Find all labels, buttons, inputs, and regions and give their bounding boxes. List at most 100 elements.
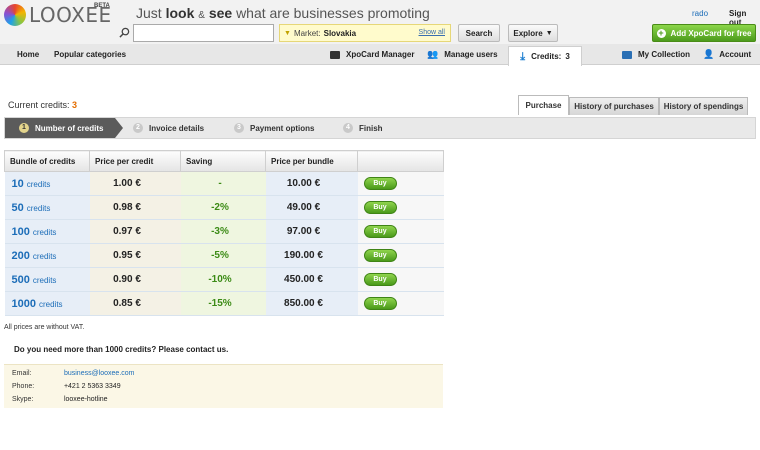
- beta-badge: BETA: [94, 3, 110, 9]
- bundle-cell: 500 credits: [4, 267, 90, 292]
- user-link[interactable]: rado: [692, 9, 708, 18]
- nav-manage-users[interactable]: 👥 Manage users: [427, 44, 498, 65]
- step-label: Invoice details: [149, 123, 205, 133]
- contact-skype-label: Skype:: [12, 396, 34, 403]
- folder-icon: [330, 50, 340, 59]
- price-per-credit-cell: 0.95 €: [89, 243, 181, 268]
- saving-cell: -5%: [180, 243, 266, 268]
- credits-amount: 500: [11, 273, 30, 286]
- price-per-credit-cell: 0.97 €: [89, 219, 181, 244]
- search-input[interactable]: [133, 24, 274, 42]
- step-label: Payment options: [250, 123, 315, 133]
- step-label: Finish: [359, 123, 383, 133]
- saving-cell: -15%: [180, 291, 266, 316]
- step-payment-options: 3 Payment options: [234, 118, 314, 138]
- bundle-cell: 200 credits: [4, 243, 90, 268]
- add-xpocard-button[interactable]: + Add XpoCard for free: [652, 24, 756, 42]
- contact-skype-value: looxee-hotline: [63, 396, 108, 403]
- col-bundle-header: Bundle of credits: [4, 150, 90, 172]
- more-credits-note: Do you need more than 1000 credits? Plea…: [14, 345, 229, 354]
- col-price-per-bundle-header: Price per bundle: [265, 150, 358, 172]
- credits-word: credits: [32, 275, 57, 285]
- nav-xpocard-manager-label: XpoCard Manager: [346, 50, 415, 59]
- action-cell: Buy: [357, 171, 444, 196]
- credits-amount: 50: [11, 201, 24, 214]
- user-icon: 👤: [703, 49, 715, 59]
- current-credits: Current credits: 3: [8, 100, 77, 110]
- market-arrow-icon: ▼: [284, 29, 291, 37]
- table-row: 50 credits 0.98 € -2% 49.00 € Buy: [4, 195, 444, 220]
- table-row: 10 credits 1.00 € -10.00 € Buy: [4, 171, 444, 196]
- price-per-bundle-cell: 450.00 €: [265, 267, 358, 292]
- bundle-cell: 1000 credits: [4, 291, 90, 316]
- nav-credits-tab[interactable]: ⤓ Credits: 3: [508, 46, 582, 66]
- nav-account[interactable]: 👤 Account: [703, 44, 751, 65]
- collection-icon: [622, 50, 632, 59]
- price-per-credit-cell: 1.00 €: [89, 171, 181, 196]
- current-credits-value: 3: [72, 100, 78, 110]
- saving-cell: -2%: [180, 195, 266, 220]
- contact-skype-row: Skype: looxee-hotline: [12, 396, 108, 403]
- contact-email-link[interactable]: business@looxee.com: [64, 370, 135, 377]
- col-price-per-credit-header: Price per credit: [89, 150, 181, 172]
- search-icon[interactable]: [119, 27, 130, 38]
- table-row: 100 credits 0.97 € -3% 97.00 € Buy: [4, 219, 444, 244]
- market-label: Market:: [293, 28, 321, 38]
- tagline-rest: what are businesses promoting: [236, 5, 430, 21]
- market-selector[interactable]: ▼ Market: Slovakia Show all: [279, 24, 451, 42]
- col-saving-header: Saving: [180, 150, 266, 172]
- credits-amount: 100: [11, 225, 30, 238]
- buy-button[interactable]: Buy: [363, 273, 397, 286]
- price-per-bundle-cell: 850.00 €: [265, 291, 358, 316]
- buy-button[interactable]: Buy: [363, 297, 397, 310]
- credits-word: credits: [32, 227, 57, 237]
- price-per-bundle-cell: 97.00 €: [265, 219, 358, 244]
- tagline-just: Just: [136, 5, 162, 21]
- buy-button[interactable]: Buy: [363, 177, 397, 190]
- contact-phone-row: Phone: +421 2 5363 3349: [12, 383, 121, 390]
- purchase-steps: 1 Number of credits 2 Invoice details 3 …: [4, 117, 756, 139]
- price-table: Bundle of credits Price per credit Savin…: [4, 150, 444, 316]
- saving-cell: -10%: [180, 267, 266, 292]
- tab-purchase[interactable]: Purchase: [518, 95, 569, 115]
- tab-history-of-purchases[interactable]: History of purchases: [569, 97, 659, 115]
- credits-amount: 10: [11, 177, 24, 190]
- buy-button[interactable]: Buy: [363, 249, 397, 262]
- nav-xpocard-manager[interactable]: XpoCard Manager: [330, 44, 414, 65]
- step-num: 4: [343, 123, 353, 133]
- explore-button[interactable]: Explore ▼: [508, 24, 558, 42]
- buy-button[interactable]: Buy: [363, 225, 397, 238]
- credits-word: credits: [26, 179, 51, 189]
- nav-my-collection-label: My Collection: [638, 50, 691, 59]
- credits-amount: 1000: [11, 297, 36, 310]
- price-per-bundle-cell: 49.00 €: [265, 195, 358, 220]
- credits-word: credits: [32, 251, 57, 261]
- tagline-see: see: [208, 5, 233, 21]
- users-icon: 👥: [427, 49, 439, 59]
- market-show-all-link[interactable]: Show all: [419, 29, 445, 36]
- price-per-bundle-cell: 10.00 €: [265, 171, 358, 196]
- nav-popular-categories[interactable]: Popular categories: [54, 44, 126, 65]
- price-per-credit-cell: 0.90 €: [89, 267, 181, 292]
- table-row: 500 credits 0.90 € -10% 450.00 € Buy: [4, 267, 444, 292]
- current-credits-label: Current credits:: [8, 100, 70, 110]
- tagline-look: look: [165, 5, 195, 21]
- search-button[interactable]: Search: [458, 24, 500, 42]
- bundle-cell: 10 credits: [4, 171, 90, 196]
- contact-phone-label: Phone:: [12, 383, 35, 390]
- step-number-of-credits: 1 Number of credits: [19, 118, 103, 138]
- nav-my-collection[interactable]: My Collection: [622, 44, 690, 65]
- saving-cell: -3%: [180, 219, 266, 244]
- nav-credits-value: 3: [565, 52, 570, 61]
- action-cell: Buy: [357, 243, 444, 268]
- table-row: 1000 credits 0.85 € -15% 850.00 € Buy: [4, 291, 444, 316]
- nav-credits-label: Credits:: [531, 52, 562, 61]
- contact-box: Email: business@looxee.com Phone: +421 2…: [4, 364, 443, 408]
- nav-home[interactable]: Home: [17, 44, 39, 65]
- main-nav: Home Popular categories XpoCard Manager …: [0, 44, 760, 65]
- saving-cell: -: [180, 171, 266, 196]
- tab-history-of-spendings[interactable]: History of spendings: [659, 97, 748, 115]
- table-row: 200 credits 0.95 € -5% 190.00 € Buy: [4, 243, 444, 268]
- market-value: Slovakia: [323, 28, 357, 38]
- buy-button[interactable]: Buy: [363, 201, 397, 214]
